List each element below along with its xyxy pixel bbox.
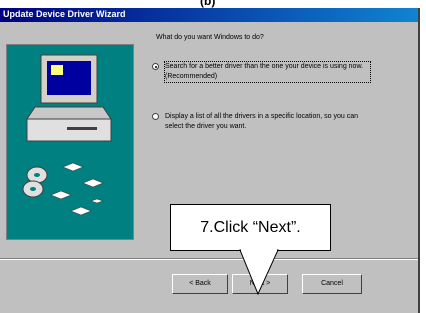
- callout-pointer: [239, 249, 279, 296]
